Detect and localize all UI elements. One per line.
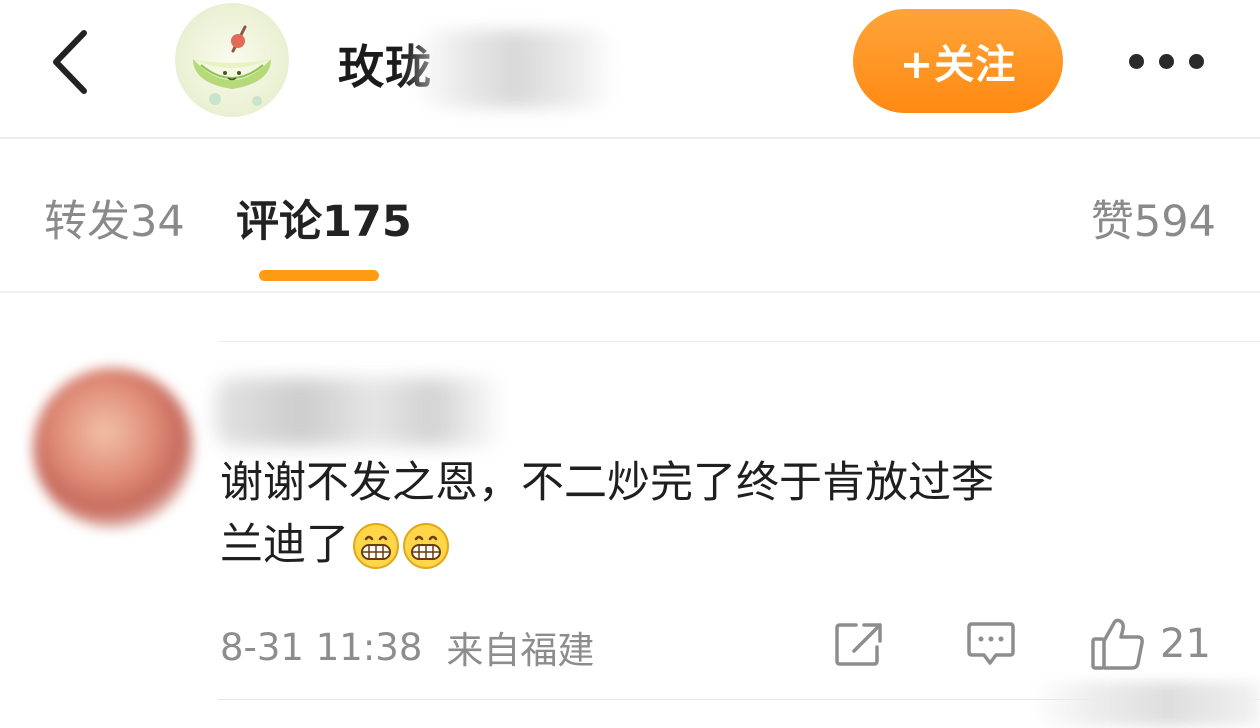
more-icon bbox=[1128, 53, 1144, 69]
more-icon-dot bbox=[1188, 53, 1204, 69]
comment-time: 8-31 11:38 bbox=[220, 625, 423, 669]
author-avatar[interactable] bbox=[175, 3, 289, 117]
back-button[interactable] bbox=[38, 24, 102, 100]
share-button[interactable] bbox=[826, 614, 892, 674]
like-button[interactable]: 21 bbox=[1090, 614, 1230, 674]
reply-icon bbox=[967, 622, 1015, 665]
comment-meta: 8-31 11:38 来自福建 bbox=[220, 620, 594, 674]
tab-like[interactable]: 赞594 bbox=[1091, 188, 1216, 248]
next-item-redaction bbox=[1030, 682, 1260, 726]
grin-emoji-icon bbox=[353, 523, 399, 569]
comment-divider bbox=[218, 341, 1260, 342]
grin-emoji-group bbox=[351, 517, 451, 579]
melon-avatar-image bbox=[175, 3, 289, 117]
active-tab-indicator bbox=[259, 270, 379, 281]
more-button[interactable] bbox=[1118, 36, 1214, 86]
reply-button[interactable] bbox=[958, 614, 1024, 674]
comment-text: 谢谢不发之恩，不二炒完了终于肯放过李 兰迪了 bbox=[220, 452, 1205, 579]
tab-repost[interactable]: 转发34 bbox=[44, 188, 185, 248]
commenter-name-redaction[interactable] bbox=[215, 378, 505, 446]
like-count: 21 bbox=[1160, 621, 1211, 667]
author-name-redaction bbox=[412, 30, 617, 108]
comment-text-line-1: 谢谢不发之恩，不二炒完了终于肯放过李 bbox=[220, 458, 994, 508]
commenter-avatar[interactable] bbox=[33, 368, 193, 528]
tab-comment[interactable]: 评论175 bbox=[236, 188, 412, 248]
comment-text-line-2: 兰迪了 bbox=[220, 520, 349, 570]
follow-button[interactable]: +关注 bbox=[853, 9, 1063, 113]
comment-source: 来自福建 bbox=[446, 629, 595, 672]
share-icon bbox=[835, 623, 882, 666]
tabs-divider bbox=[0, 291, 1260, 293]
thumbs-up-icon bbox=[1091, 618, 1144, 670]
follow-button-label: +关注 bbox=[899, 42, 1017, 88]
more-icon-dot bbox=[1158, 53, 1174, 69]
chevron-left-icon bbox=[53, 30, 87, 94]
header-divider bbox=[0, 137, 1260, 139]
grin-emoji-icon bbox=[403, 523, 449, 569]
